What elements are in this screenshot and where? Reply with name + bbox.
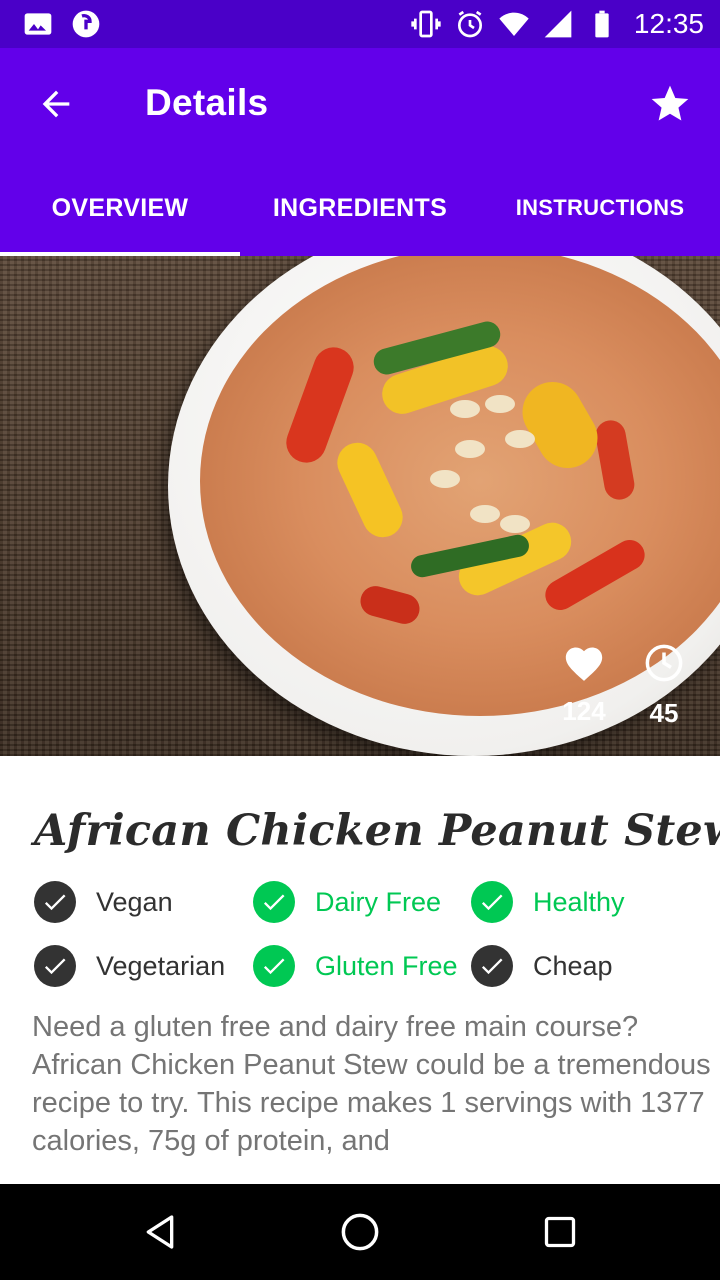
badge-label: Gluten Free <box>315 950 458 981</box>
favorite-button[interactable] <box>644 78 696 130</box>
badge-vegan: Vegan <box>34 880 173 924</box>
check-circle-icon <box>471 945 513 987</box>
tab-ingredients[interactable]: INGREDIENTS <box>240 160 480 256</box>
badge-label: Healthy <box>533 886 625 917</box>
vibrate-icon <box>411 10 441 38</box>
badge-label: Cheap <box>533 950 613 981</box>
recipe-summary: Need a gluten free and dairy free main c… <box>32 1011 711 1157</box>
badge-label: Vegan <box>96 886 173 917</box>
badge-dairy-free: Dairy Free <box>253 880 441 924</box>
nav-back-button[interactable] <box>136 1208 184 1256</box>
time-stat: 45 <box>636 642 692 729</box>
check-circle-icon <box>34 945 76 987</box>
signal-icon <box>544 10 572 38</box>
tab-instructions[interactable]: INSTRUCTIONS <box>480 160 720 256</box>
page-title: Details <box>145 82 269 123</box>
check-circle-icon <box>253 945 295 987</box>
badge-label: Dairy Free <box>315 886 442 917</box>
status-time: 12:35 <box>633 8 704 39</box>
heart-icon <box>565 647 603 681</box>
battery-icon <box>595 10 609 38</box>
garnish <box>505 430 535 448</box>
app-bar: Details <box>0 48 720 160</box>
tab-instructions-label: INSTRUCTIONS <box>515 195 685 220</box>
check-circle-icon <box>471 881 513 923</box>
badge-healthy: Healthy <box>471 880 625 924</box>
garnish <box>450 400 480 418</box>
badge-vegetarian: Vegetarian <box>34 944 225 988</box>
image-icon <box>24 13 52 35</box>
star-icon <box>651 85 689 121</box>
tab-ingredients-label: INGREDIENTS <box>272 193 448 222</box>
garnish <box>500 515 530 533</box>
system-nav-bar <box>0 1184 720 1280</box>
nav-home-icon <box>341 1213 379 1251</box>
nav-recents-button[interactable] <box>536 1208 584 1256</box>
sync-icon <box>72 10 100 38</box>
check-circle-icon <box>253 881 295 923</box>
garnish <box>470 505 500 523</box>
clock-icon <box>645 644 683 682</box>
garnish <box>485 395 515 413</box>
minutes-count: 45 <box>649 698 679 728</box>
status-bar: 12:35 <box>0 0 720 48</box>
nav-back-icon <box>146 1215 174 1249</box>
garnish <box>430 470 460 488</box>
nav-recents-icon <box>544 1216 576 1248</box>
check-circle-icon <box>34 881 76 923</box>
badge-gluten-free: Gluten Free <box>253 944 458 988</box>
likes-stat: 124 <box>556 642 612 727</box>
nav-home-button[interactable] <box>336 1208 384 1256</box>
likes-count: 124 <box>562 696 606 726</box>
arrow-back-icon <box>42 90 70 118</box>
tab-overview[interactable]: OVERVIEW <box>0 160 240 256</box>
tab-overview-label: OVERVIEW <box>51 193 189 222</box>
recipe-title: African Chicken Peanut Stew <box>34 806 720 856</box>
garnish <box>455 440 485 458</box>
alarm-icon <box>457 10 482 38</box>
back-button[interactable] <box>30 78 82 130</box>
badge-label: Vegetarian <box>96 950 226 981</box>
tab-bar: OVERVIEW INGREDIENTS INSTRUCTIONS <box>0 160 720 256</box>
badge-cheap: Cheap <box>471 944 613 988</box>
wifi-icon <box>499 12 529 36</box>
